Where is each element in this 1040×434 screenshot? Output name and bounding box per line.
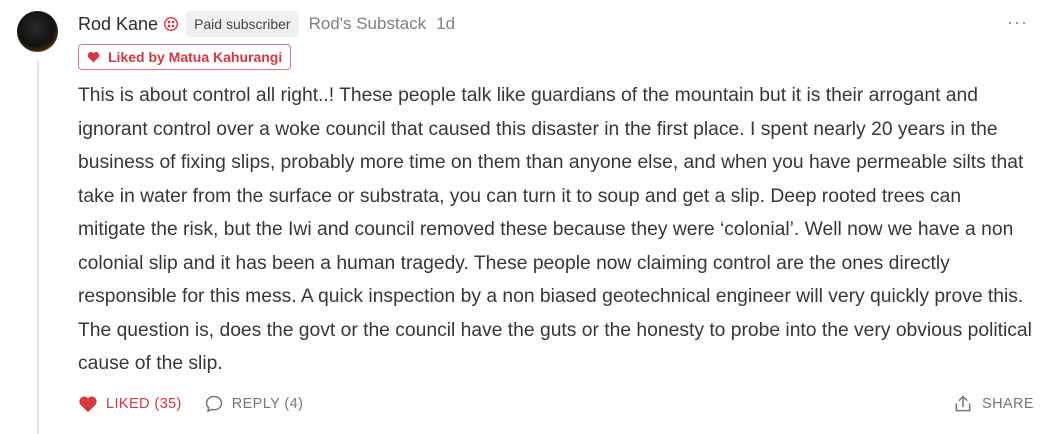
thread-line[interactable] <box>37 60 39 434</box>
reply-label: REPLY (4) <box>231 396 304 412</box>
like-button[interactable]: LIKED (35) <box>78 395 182 413</box>
publication-link[interactable]: Rod's Substack <box>309 14 427 34</box>
avatar[interactable] <box>17 11 58 52</box>
speech-bubble-icon <box>204 394 224 414</box>
share-label: SHARE <box>982 396 1034 412</box>
reply-button[interactable]: REPLY (4) <box>204 394 304 414</box>
like-label: LIKED (35) <box>106 396 182 412</box>
paid-subscriber-badge: Paid subscriber <box>186 11 299 37</box>
timestamp[interactable]: 1d <box>436 14 455 34</box>
liked-by-label: Liked by Matua Kahurangi <box>108 49 283 65</box>
liked-by-pill: Liked by Matua Kahurangi <box>78 44 292 70</box>
share-button[interactable]: SHARE <box>953 390 1034 418</box>
comment-body: This is about control all right..! These… <box>78 85 1032 374</box>
share-icon <box>953 394 973 414</box>
comment-actions: LIKED (35) REPLY (4) <box>78 390 303 418</box>
author-name[interactable]: Rod Kane <box>78 14 158 35</box>
heart-icon <box>78 395 98 413</box>
founding-member-icon <box>164 17 179 31</box>
heart-icon <box>87 51 100 63</box>
comment-header: Rod Kane Paid subscriber Rod's Substack … <box>78 10 455 38</box>
more-dots-icon[interactable]: ··· <box>1007 12 1028 33</box>
